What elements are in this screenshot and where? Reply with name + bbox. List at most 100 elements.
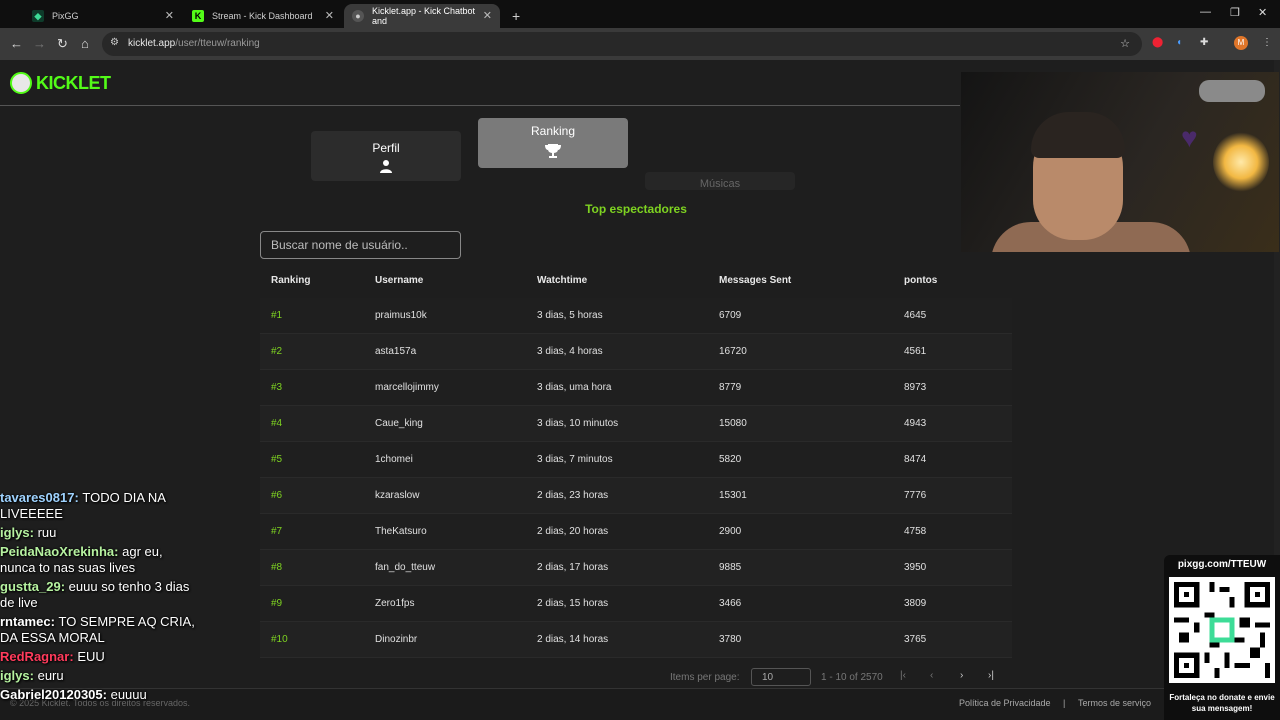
cell-ranking: #7	[271, 526, 283, 537]
menu-dots-icon[interactable]: ⋮	[1262, 37, 1274, 49]
minimize-icon[interactable]: —	[1200, 6, 1211, 18]
extensions-puzzle-icon[interactable]: ✚	[1200, 37, 1212, 49]
paginator: Items per page: 10 1 - 10 of 2570 |‹ ‹ ›…	[660, 668, 1020, 686]
table-row[interactable]: #1 praimus10k 3 dias, 5 horas 6709 4645	[260, 298, 1012, 334]
url-text: kicklet.app/user/tteuw/ranking	[128, 38, 260, 49]
cell-ranking: #8	[271, 562, 283, 573]
tab-label: Kicklet.app - Kick Chatbot and	[371, 6, 476, 26]
kicklet-logo[interactable]: KICKLET	[10, 72, 111, 94]
nav-card-label: Ranking	[530, 124, 576, 138]
tab-pixgg[interactable]: ◆ PixGG ✕	[24, 4, 182, 28]
close-icon[interactable]: ✕	[325, 9, 334, 22]
restore-icon[interactable]: ❐	[1230, 6, 1240, 19]
profile-avatar[interactable]: M	[1234, 36, 1248, 50]
items-per-page-select[interactable]: 10	[751, 668, 811, 686]
cell-watchtime: 2 dias, 17 horas	[537, 562, 609, 573]
cell-pontos: 3809	[904, 598, 927, 609]
chat-message: gustta_29: euuu so tenho 3 dias de live	[0, 579, 200, 611]
chat-message: iglys: ruu	[0, 525, 200, 541]
page-subtitle: Top espectadores	[585, 202, 687, 216]
table-row[interactable]: #10 Dinozinbr 2 dias, 14 horas 3780 3765	[260, 622, 1012, 658]
pixgg-icon: ◆	[32, 10, 44, 22]
next-page-icon[interactable]: ›	[960, 670, 963, 681]
window-close-icon[interactable]: ✕	[1258, 6, 1267, 19]
last-page-icon[interactable]: ›|	[988, 670, 994, 681]
nav-card-label: Perfil	[372, 141, 400, 155]
ranking-table: Ranking Username Watchtime Messages Sent…	[260, 262, 1012, 658]
header-username[interactable]: Username	[375, 275, 423, 286]
table-row[interactable]: #3 marcellojimmy 3 dias, uma hora 8779 8973	[260, 370, 1012, 406]
table-row[interactable]: #6 kzaraslow 2 dias, 23 horas 15301 7776	[260, 478, 1012, 514]
cell-messages: 6709	[719, 310, 742, 321]
lamp-light	[1213, 132, 1269, 192]
extension-wave-icon[interactable]: ◖	[1176, 37, 1188, 49]
panda-logo-icon	[10, 72, 32, 94]
nav-card-ranking[interactable]: Ranking	[478, 118, 628, 168]
nav-card-musicas[interactable]: Músicas	[645, 172, 795, 190]
site-info-icon[interactable]: ⚙	[110, 37, 119, 48]
kick-icon: K	[192, 10, 204, 22]
chat-username: PeidaNaoXrekinha:	[0, 544, 119, 559]
chat-message: tavares0817: TODO DIA NA LIVEEEEE	[0, 490, 200, 522]
cell-pontos: 3950	[904, 562, 927, 573]
url-field[interactable]: ⚙ kicklet.app/user/tteuw/ranking ☆	[102, 32, 1142, 56]
table-row[interactable]: #9 Zero1fps 2 dias, 15 horas 3466 3809	[260, 586, 1012, 622]
cell-messages: 8779	[719, 382, 742, 393]
nav-card-perfil[interactable]: Perfil	[311, 131, 461, 181]
cell-pontos: 4943	[904, 418, 927, 429]
chat-username: gustta_29:	[0, 579, 66, 594]
close-icon[interactable]: ✕	[165, 9, 174, 22]
cell-ranking: #3	[271, 382, 283, 393]
chat-username: rntamec:	[0, 614, 55, 629]
header-pontos[interactable]: pontos	[904, 275, 937, 286]
cell-ranking: #4	[271, 418, 283, 429]
cell-watchtime: 2 dias, 15 horas	[537, 598, 609, 609]
header-messages-sent[interactable]: Messages Sent	[719, 275, 791, 286]
bookmark-star-icon[interactable]: ☆	[1120, 37, 1130, 50]
header-watchtime[interactable]: Watchtime	[537, 275, 587, 286]
cell-pontos: 8973	[904, 382, 927, 393]
cell-username: fan_do_tteuw	[375, 562, 436, 573]
prev-page-icon[interactable]: ‹	[930, 670, 933, 681]
page-range-label: 1 - 10 of 2570	[821, 672, 883, 683]
browser-tab-bar: ◆ PixGG ✕ K Stream - Kick Dashboard ✕ ● …	[0, 0, 1280, 28]
items-per-page-label: Items per page:	[670, 672, 740, 683]
table-row[interactable]: #4 Caue_king 3 dias, 10 minutos 15080 4943	[260, 406, 1012, 442]
reload-icon[interactable]: ↻	[57, 36, 68, 52]
table-row[interactable]: #8 fan_do_tteuw 2 dias, 17 horas 9885 3950	[260, 550, 1012, 586]
privacy-policy-link[interactable]: Política de Privacidade	[959, 698, 1051, 708]
cell-watchtime: 2 dias, 14 horas	[537, 634, 609, 645]
extension-red-icon[interactable]: ⬤	[1152, 37, 1164, 49]
header-ranking[interactable]: Ranking	[271, 275, 310, 286]
home-icon[interactable]: ⌂	[81, 36, 89, 51]
kicklet-icon: ●	[352, 10, 364, 22]
username-search-input[interactable]	[260, 231, 461, 259]
chat-message: rntamec: TO SEMPRE AQ CRIA, DA ESSA MORA…	[0, 614, 200, 646]
webcam-overlay: ♥	[961, 72, 1279, 252]
table-row[interactable]: #5 1chomei 3 dias, 7 minutos 5820 8474	[260, 442, 1012, 478]
cell-watchtime: 3 dias, 7 minutos	[537, 454, 613, 465]
trophy-icon	[478, 142, 628, 163]
qr-message: Fortaleça no donate e envie sua mensagem…	[1169, 693, 1275, 713]
cell-messages: 2900	[719, 526, 742, 537]
cell-messages: 16720	[719, 346, 747, 357]
cell-username: TheKatsuro	[375, 526, 427, 537]
cell-ranking: #5	[271, 454, 283, 465]
tab-kick-dashboard[interactable]: K Stream - Kick Dashboard ✕	[184, 4, 342, 28]
table-row[interactable]: #7 TheKatsuro 2 dias, 20 horas 2900 4758	[260, 514, 1012, 550]
chat-username: Gabriel20120305:	[0, 687, 107, 702]
cell-pontos: 4758	[904, 526, 927, 537]
cell-username: Dinozinbr	[375, 634, 418, 645]
table-row[interactable]: #2 asta157a 3 dias, 4 horas 16720 4561	[260, 334, 1012, 370]
cell-ranking: #6	[271, 490, 283, 501]
table-header-row: Ranking Username Watchtime Messages Sent…	[260, 262, 1012, 298]
cell-watchtime: 3 dias, uma hora	[537, 382, 612, 393]
close-icon[interactable]: ✕	[483, 9, 492, 22]
tab-kicklet[interactable]: ● Kicklet.app - Kick Chatbot and ✕	[344, 4, 500, 28]
forward-icon[interactable]: →	[33, 36, 46, 51]
terms-link[interactable]: Termos de serviço	[1078, 698, 1151, 708]
cell-ranking: #10	[271, 634, 288, 645]
first-page-icon[interactable]: |‹	[900, 670, 906, 681]
back-icon[interactable]: ←	[10, 36, 23, 51]
new-tab-button[interactable]: +	[504, 4, 524, 28]
